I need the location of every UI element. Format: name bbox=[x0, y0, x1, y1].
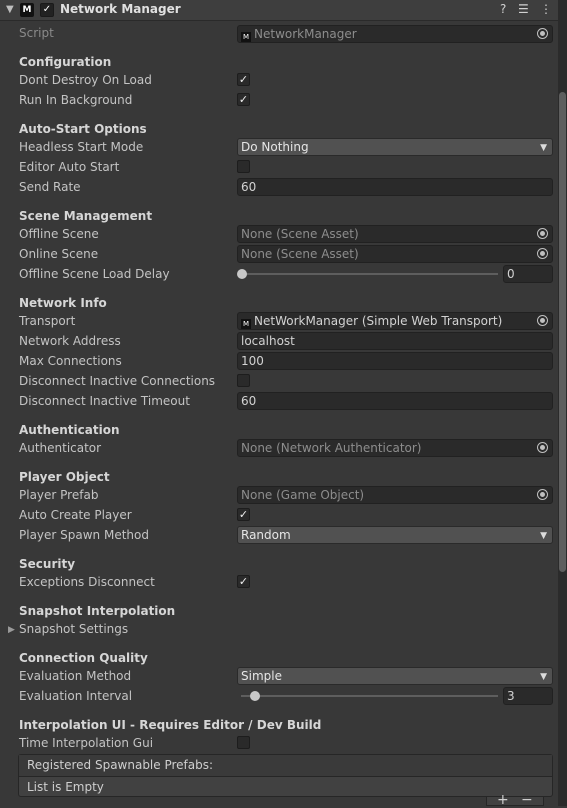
disconnect-inactive-label: Disconnect Inactive Connections bbox=[19, 374, 216, 388]
disconnect-inactive-checkbox[interactable] bbox=[237, 374, 250, 387]
exceptions-disconnect-checkbox[interactable]: ✓ bbox=[237, 575, 250, 588]
online-scene-value: None (Scene Asset) bbox=[241, 247, 359, 261]
headless-start-value: Do Nothing bbox=[241, 140, 309, 154]
component-enabled-checkbox[interactable]: ✓ bbox=[40, 3, 54, 17]
spawnable-prefabs-empty: List is Empty bbox=[27, 780, 104, 794]
section-interpolation-ui: Interpolation UI - Requires Editor / Dev… bbox=[19, 718, 322, 732]
object-picker-icon[interactable] bbox=[537, 248, 548, 259]
chevron-down-icon: ▼ bbox=[540, 143, 547, 153]
section-configuration: Configuration bbox=[19, 55, 112, 69]
run-background-checkbox[interactable]: ✓ bbox=[237, 93, 250, 106]
object-picker-icon[interactable] bbox=[537, 315, 548, 326]
section-auto-start: Auto-Start Options bbox=[19, 122, 147, 136]
disconnect-timeout-input[interactable]: 60 bbox=[237, 392, 553, 410]
offline-delay-slider-track[interactable] bbox=[241, 273, 498, 275]
exceptions-disconnect-label: Exceptions Disconnect bbox=[19, 575, 155, 589]
evaluation-interval-input[interactable]: 3 bbox=[503, 687, 553, 705]
list-footer: + − bbox=[486, 792, 544, 808]
evaluation-method-label: Evaluation Method bbox=[19, 669, 132, 683]
section-network-info: Network Info bbox=[19, 296, 107, 310]
spawnable-prefabs-header[interactable]: Registered Spawnable Prefabs: bbox=[19, 755, 552, 777]
section-scene-management: Scene Management bbox=[19, 209, 153, 223]
transport-label: Transport bbox=[19, 314, 76, 328]
run-background-label: Run In Background bbox=[19, 93, 133, 107]
offline-delay-input[interactable]: 0 bbox=[503, 265, 553, 283]
offline-delay-label: Offline Scene Load Delay bbox=[19, 267, 170, 281]
send-rate-label: Send Rate bbox=[19, 180, 81, 194]
spawn-method-value: Random bbox=[241, 528, 291, 542]
headless-start-label: Headless Start Mode bbox=[19, 140, 144, 154]
object-picker-icon[interactable] bbox=[537, 228, 548, 239]
section-connection-quality: Connection Quality bbox=[19, 651, 148, 665]
player-prefab-label: Player Prefab bbox=[19, 488, 99, 502]
send-rate-input[interactable]: 60 bbox=[237, 178, 553, 196]
transport-field[interactable]: M NetWorkManager (Simple Web Transport) bbox=[237, 312, 553, 330]
spawnable-prefabs-list: Registered Spawnable Prefabs: List is Em… bbox=[18, 754, 553, 797]
kebab-menu-icon[interactable]: ⋮ bbox=[540, 2, 552, 16]
authenticator-label: Authenticator bbox=[19, 441, 102, 455]
auto-create-player-checkbox[interactable]: ✓ bbox=[237, 508, 250, 521]
offline-scene-value: None (Scene Asset) bbox=[241, 227, 359, 241]
help-icon[interactable]: ? bbox=[500, 2, 506, 16]
evaluation-interval-slider-handle[interactable] bbox=[249, 691, 260, 701]
snapshot-settings-foldout[interactable]: Snapshot Settings bbox=[19, 622, 128, 636]
script-value: NetworkManager bbox=[254, 27, 357, 41]
mirror-logo-icon: M bbox=[20, 3, 34, 17]
section-authentication: Authentication bbox=[19, 423, 120, 437]
player-prefab-field[interactable]: None (Game Object) bbox=[237, 486, 553, 504]
script-label: Script bbox=[19, 26, 54, 40]
evaluation-interval-slider-track[interactable] bbox=[241, 695, 498, 697]
player-prefab-value: None (Game Object) bbox=[241, 488, 365, 502]
object-picker-icon[interactable] bbox=[537, 442, 548, 453]
offline-delay-slider-handle[interactable] bbox=[237, 269, 247, 279]
evaluation-interval-label: Evaluation Interval bbox=[19, 689, 133, 703]
section-security: Security bbox=[19, 557, 76, 571]
chevron-down-icon: ▼ bbox=[540, 672, 547, 682]
spawn-method-dropdown[interactable]: Random ▼ bbox=[237, 526, 553, 544]
auto-create-player-label: Auto Create Player bbox=[19, 508, 132, 522]
time-interpolation-gui-label: Time Interpolation Gui bbox=[19, 736, 154, 750]
vertical-scrollbar[interactable] bbox=[558, 0, 567, 806]
authenticator-value: None (Network Authenticator) bbox=[241, 441, 422, 455]
object-picker-icon[interactable] bbox=[537, 489, 548, 500]
online-scene-field[interactable]: None (Scene Asset) bbox=[237, 245, 553, 263]
online-scene-label: Online Scene bbox=[19, 247, 99, 261]
section-player-object: Player Object bbox=[19, 470, 110, 484]
object-picker-icon[interactable] bbox=[537, 28, 548, 39]
component-header[interactable]: ▼ M ✓ Network Manager ? ☰ ⋮ bbox=[0, 0, 558, 21]
evaluation-method-dropdown[interactable]: Simple ▼ bbox=[237, 667, 553, 685]
section-snapshot-interpolation: Snapshot Interpolation bbox=[19, 604, 176, 618]
headless-start-dropdown[interactable]: Do Nothing ▼ bbox=[237, 138, 553, 156]
max-connections-label: Max Connections bbox=[19, 354, 122, 368]
component-title: Network Manager bbox=[60, 2, 181, 16]
authenticator-field[interactable]: None (Network Authenticator) bbox=[237, 439, 553, 457]
transport-asset-icon: M bbox=[241, 319, 251, 329]
editor-auto-start-label: Editor Auto Start bbox=[19, 160, 120, 174]
network-address-input[interactable]: localhost bbox=[237, 332, 553, 350]
editor-auto-start-checkbox[interactable] bbox=[237, 160, 250, 173]
time-interpolation-gui-checkbox[interactable] bbox=[237, 736, 250, 749]
max-connections-input[interactable]: 100 bbox=[237, 352, 553, 370]
sliders-icon[interactable]: ☰ bbox=[518, 2, 529, 16]
dont-destroy-label: Dont Destroy On Load bbox=[19, 73, 152, 87]
script-field[interactable]: M NetworkManager bbox=[237, 25, 553, 43]
offline-scene-field[interactable]: None (Scene Asset) bbox=[237, 225, 553, 243]
dont-destroy-checkbox[interactable]: ✓ bbox=[237, 73, 250, 86]
evaluation-method-value: Simple bbox=[241, 669, 282, 683]
spawn-method-label: Player Spawn Method bbox=[19, 528, 149, 542]
scrollbar-thumb[interactable] bbox=[559, 92, 566, 572]
transport-value: NetWorkManager (Simple Web Transport) bbox=[254, 314, 503, 328]
disconnect-timeout-label: Disconnect Inactive Timeout bbox=[19, 394, 190, 408]
network-address-label: Network Address bbox=[19, 334, 121, 348]
offline-scene-label: Offline Scene bbox=[19, 227, 99, 241]
chevron-down-icon: ▼ bbox=[540, 531, 547, 541]
script-asset-icon: M bbox=[241, 32, 251, 42]
foldout-arrow-icon[interactable]: ▼ bbox=[6, 4, 14, 15]
snapshot-settings-foldout-icon[interactable]: ▶ bbox=[8, 625, 15, 635]
